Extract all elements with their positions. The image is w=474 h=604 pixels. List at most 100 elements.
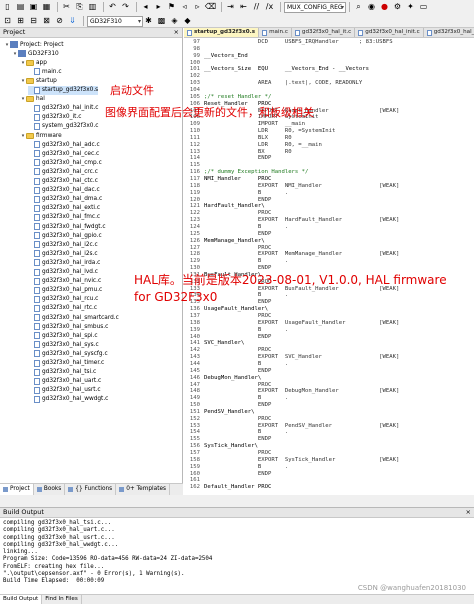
tree-file-item[interactable]: main.c <box>28 67 62 76</box>
project-pane-tabs: Project Books {} Functions 0+ Templates <box>0 483 183 495</box>
editor-tab[interactable]: startup_gd32f3x0.s <box>184 28 260 37</box>
tree-file-item[interactable]: gd32f3x0_hal_crc.c <box>28 167 98 176</box>
toolbar-separator <box>349 2 350 12</box>
tree-item-label: gd32f3x0_hal_sys.c <box>42 341 99 348</box>
tree-file-item[interactable]: gd32f3x0_hal_usrt.c <box>28 386 101 395</box>
redo-icon[interactable]: ↷ <box>120 2 131 12</box>
tree-group-item[interactable]: ▾ app <box>20 58 47 67</box>
tree-file-item[interactable]: gd32f3x0_hal_rtc.c <box>28 304 97 313</box>
build-output-tab[interactable]: Find In Files <box>42 595 82 604</box>
tree-file-item[interactable]: gd32f3x0_hal_lvd.c <box>28 268 98 277</box>
outdent-icon[interactable]: ⇤ <box>238 2 249 12</box>
tree-file-item[interactable]: gd32f3x0_hal_exti.c <box>28 204 100 213</box>
save-all-icon[interactable]: ▦ <box>41 2 52 12</box>
project-pane-tab[interactable]: {} Functions <box>65 484 117 495</box>
debug-session-icon[interactable]: ◉ <box>366 2 377 12</box>
close-icon[interactable]: × <box>466 508 471 517</box>
tree-file-item[interactable]: gd32f3x0_hal_cmp.c <box>28 158 102 167</box>
stop-build-icon[interactable]: ⊘ <box>54 16 65 26</box>
close-icon[interactable]: × <box>174 28 179 37</box>
project-pane-tab[interactable]: Books <box>34 484 66 495</box>
download-icon[interactable]: ⇓ <box>67 16 78 26</box>
tree-item-label: gd32f3x0_hal_fmc.c <box>42 214 101 221</box>
tree-file-item[interactable]: gd32f3x0_hal_gpio.c <box>28 231 102 240</box>
rebuild-icon[interactable]: ⊟ <box>28 16 39 26</box>
debug-start-icon[interactable]: ● <box>379 2 390 12</box>
nav-forward-icon[interactable]: ▸ <box>153 2 164 12</box>
project-pane-tab[interactable]: 0+ Templates <box>116 484 171 495</box>
nav-back-icon[interactable]: ◂ <box>140 2 151 12</box>
folder-icon <box>26 132 34 139</box>
tree-group-item[interactable]: ▾ firmware <box>20 131 62 140</box>
tools-icon[interactable]: ⚙ <box>392 2 403 12</box>
bookmark-clear-icon[interactable]: ⌫ <box>205 2 216 12</box>
tree-file-item[interactable]: gd32f3x0_hal_dma.c <box>28 195 102 204</box>
target-combo[interactable]: GD32F310 ▾ <box>87 15 143 27</box>
tree-file-item[interactable]: gd32f3x0_hal_smbus.c <box>28 322 108 331</box>
file-extensions-icon[interactable]: ▩ <box>156 16 167 26</box>
tree-file-item[interactable]: gd32f3x0_hal_irda.c <box>28 258 100 267</box>
tree-group-item[interactable]: ▾ hal <box>20 95 45 104</box>
editor-tab[interactable]: gd32f3x0_hal_it.c <box>292 28 356 37</box>
tree-file-item[interactable]: gd32f3x0_hal_ctc.c <box>28 177 98 186</box>
tree-file-item[interactable]: gd32f3x0_hal_smartcard.c <box>28 313 119 322</box>
indent-icon[interactable]: ⇥ <box>225 2 236 12</box>
tree-file-item[interactable]: gd32f3x0_hal_spi.c <box>28 331 98 340</box>
build-log-line: Program Size: Code=13596 RO-data=456 RW-… <box>3 556 213 563</box>
build-icon[interactable]: ⊞ <box>15 16 26 26</box>
uncomment-icon[interactable]: /x <box>264 2 275 12</box>
tree-group-item[interactable]: ▾ GD32F310 <box>12 49 59 58</box>
window-layout-icon[interactable]: ▭ <box>418 2 429 12</box>
settings-icon[interactable]: ✦ <box>405 2 416 12</box>
tree-file-item[interactable]: gd32f3x0_hal_timer.c <box>28 359 104 368</box>
tree-file-item[interactable]: gd32f3x0_hal_sys.c <box>28 340 99 349</box>
bookmark-prev-icon[interactable]: ◃ <box>179 2 190 12</box>
pack-installer-icon[interactable]: ◆ <box>182 16 193 26</box>
editor-tab[interactable]: gd32f3x0_hal_init.c <box>355 28 424 37</box>
tree-file-item[interactable]: gd32f3x0_hal_fmc.c <box>28 213 100 222</box>
tree-file-item[interactable]: startup_gd32f3x0.s <box>28 85 99 95</box>
bookmark-icon[interactable]: ⚑ <box>166 2 177 12</box>
build-output-tab[interactable]: Build Output <box>0 595 43 604</box>
paste-icon[interactable]: ▥ <box>87 2 98 12</box>
editor-tab[interactable]: main.c <box>259 28 292 37</box>
manage-project-icon[interactable]: ◈ <box>169 16 180 26</box>
cut-icon[interactable]: ✂ <box>61 2 72 12</box>
project-pane-tab[interactable]: Project <box>0 484 34 495</box>
tree-file-item[interactable]: gd32f3x0_it.c <box>28 113 81 122</box>
tree-group-item[interactable]: ▾ startup <box>20 76 57 85</box>
find-icon[interactable]: ⌕ <box>353 2 364 12</box>
editor-tab-label: gd32f3x0_hal_it.c <box>301 29 352 35</box>
compile-icon[interactable]: ⊡ <box>2 16 13 26</box>
tree-file-item[interactable]: gd32f3x0_hal_pmu.c <box>28 286 102 295</box>
tree-file-item[interactable]: gd32f3x0_hal_rcu.c <box>28 295 98 304</box>
tree-file-item[interactable]: gd32f3x0_hal_init.c <box>28 104 98 113</box>
tree-file-item[interactable]: gd32f3x0_hal_tsi.c <box>28 368 96 377</box>
tree-file-item[interactable]: gd32f3x0_hal_syscfg.c <box>28 349 108 358</box>
tree-file-item[interactable]: gd32f3x0_hal_dac.c <box>28 186 100 195</box>
tree-group-item[interactable]: ▾ Project: Project <box>4 40 63 49</box>
tree-file-item[interactable]: gd32f3x0_hal_uart.c <box>28 377 101 386</box>
tree-file-item[interactable]: gd32f3x0_hal_adc.c <box>28 140 100 149</box>
tree-file-item[interactable]: gd32f3x0_hal_i2s.c <box>28 249 98 258</box>
bookmark-next-icon[interactable]: ▹ <box>192 2 203 12</box>
tree-file-item[interactable]: gd32f3x0_hal_wwdgt.c <box>28 395 108 404</box>
comment-icon[interactable]: // <box>251 2 262 12</box>
function-combo[interactable]: MUX_CONFIG_REG ▾ <box>284 1 346 13</box>
save-icon[interactable]: ▣ <box>28 2 39 12</box>
copy-icon[interactable]: ⎘ <box>74 2 85 12</box>
open-folder-icon[interactable]: ▤ <box>15 2 26 12</box>
tree-item-label: gd32f3x0_hal_adc.c <box>42 141 100 148</box>
tree-file-item[interactable]: gd32f3x0_hal_nvic.c <box>28 277 101 286</box>
undo-icon[interactable]: ↶ <box>107 2 118 12</box>
new-file-icon[interactable]: ▯ <box>2 2 13 12</box>
batch-build-icon[interactable]: ⊠ <box>41 16 52 26</box>
target-options-icon[interactable]: ✱ <box>143 16 154 26</box>
tree-file-item[interactable]: gd32f3x0_hal_fwdgt.c <box>28 222 106 231</box>
pane-divider[interactable] <box>0 495 474 507</box>
tree-file-item[interactable]: gd32f3x0_hal_i2c.c <box>28 240 98 249</box>
tree-file-item[interactable]: gd32f3x0_hal_cec.c <box>28 149 99 158</box>
editor-tab[interactable]: gd32f3x0_hal_it.c <box>424 28 474 37</box>
build-log-line: compiling gd32f3x0_hal_tsi.c... <box>3 520 112 526</box>
tree-file-item[interactable]: system_gd32f3x0.c <box>28 122 98 131</box>
